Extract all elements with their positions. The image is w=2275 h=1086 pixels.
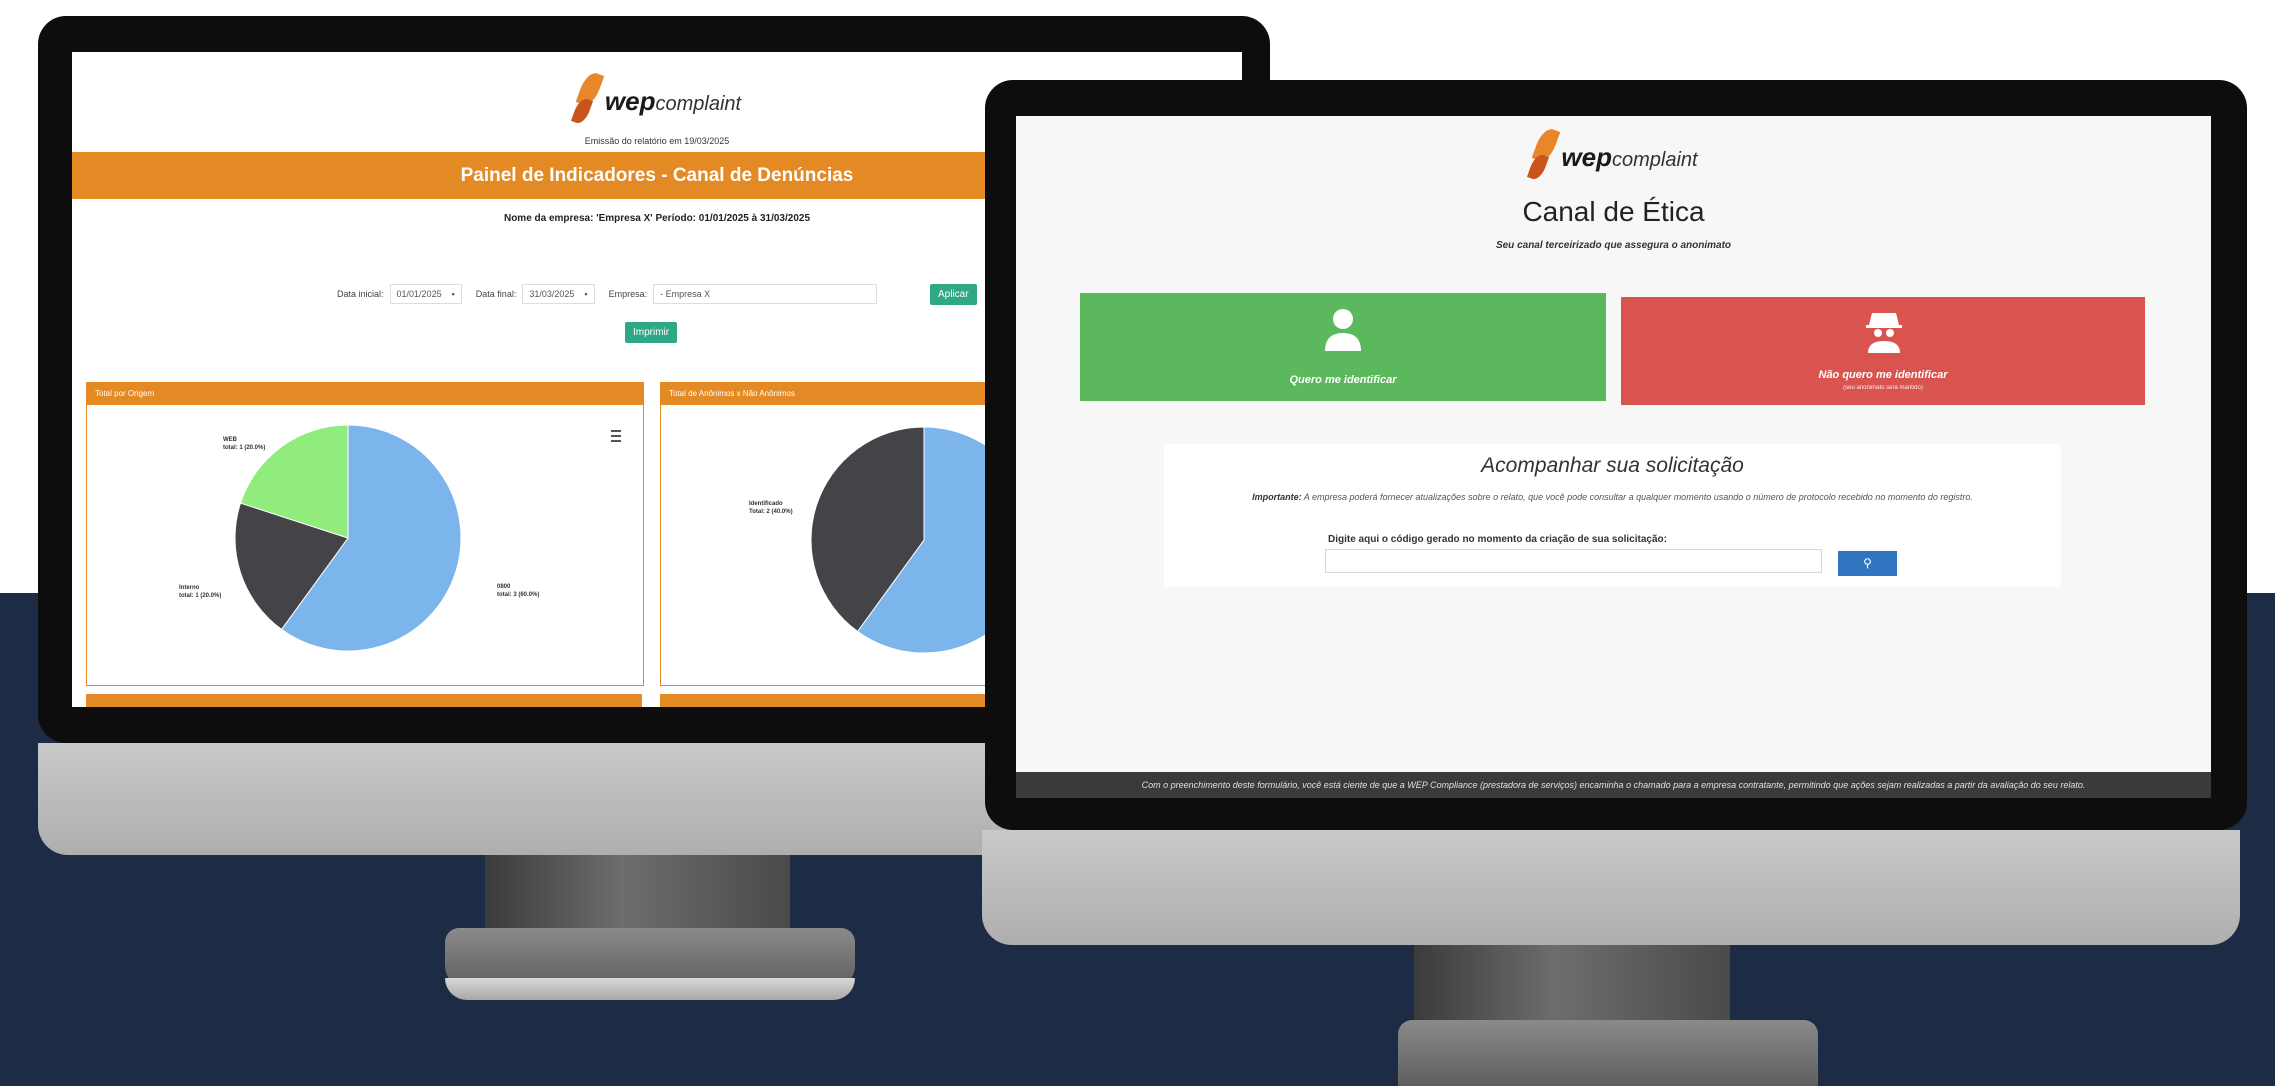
identify-button[interactable]: Quero me identificar — [1080, 293, 1606, 401]
right-screen: wepcomplaint Canal de Ética Seu canal te… — [1016, 116, 2211, 798]
apply-button[interactable]: Aplicar — [930, 284, 977, 305]
logo-text: wepcomplaint — [1561, 141, 1698, 172]
end-date-label: Data final: — [475, 289, 517, 299]
filter-bar: Data inicial: 01/01/2025 ▪ Data final: 3… — [337, 284, 891, 304]
protocol-input[interactable] — [1325, 549, 1822, 573]
origin-pie-chart — [234, 424, 462, 652]
left-monitor-foot-edge — [445, 978, 855, 1000]
search-button[interactable]: ⚲ — [1838, 551, 1897, 576]
pie-label-identificado: Identificado Total: 2 (40.0%) — [749, 501, 793, 515]
page-subtitle: Seu canal terceirizado que assegura o an… — [1495, 240, 1732, 251]
company-label: Empresa: — [608, 289, 648, 299]
start-date-input[interactable]: 01/01/2025 ▪ — [389, 284, 462, 304]
origin-chart-panel: Total por Origem WEB total: 1 (20.0%) Int… — [86, 382, 644, 686]
anonymous-button[interactable]: Não quero me identificar (seu anonimato … — [1621, 297, 2145, 405]
protocol-input-label: Digite aqui o código gerado no momento d… — [1328, 534, 1667, 545]
search-icon: ⚲ — [1863, 556, 1872, 570]
card-title: Acompanhar sua solicitação — [1481, 454, 1744, 477]
footer-disclaimer: Com o preenchimento deste formulário, vo… — [1016, 772, 2211, 798]
left-monitor-neck — [485, 855, 790, 935]
incognito-icon — [1866, 313, 1902, 353]
company-select[interactable]: - Empresa X — [653, 284, 878, 304]
logo-mark-icon — [570, 69, 605, 130]
calendar-icon: ▪ — [451, 289, 455, 299]
anonymous-button-sub: (seu anonimato será mantido) — [1843, 385, 1923, 391]
pie-label-0800: 0800 total: 3 (60.0%) — [497, 584, 540, 598]
track-request-card: Acompanhar sua solicitação Importante: A… — [1164, 444, 2061, 587]
logo-text: wepcomplaint — [604, 85, 742, 116]
print-button[interactable]: Imprimir — [625, 322, 678, 343]
pie-label-interno: Interno total: 1 (20.0%) — [179, 585, 222, 599]
right-monitor-foot — [1398, 1020, 1818, 1086]
start-date-label: Data inicial: — [337, 289, 384, 299]
calendar-icon: ▪ — [584, 289, 588, 299]
anonymous-button-label: Não quero me identificar — [1818, 369, 1948, 381]
page-title: Canal de Ética — [1522, 196, 1705, 227]
right-monitor-chin — [982, 830, 2240, 945]
panel-tab — [86, 694, 642, 707]
panel-title: Total por Origem — [87, 383, 643, 405]
logo-mark-icon — [1527, 125, 1561, 186]
identify-button-label: Quero me identificar — [1289, 374, 1397, 386]
user-icon — [1325, 309, 1361, 351]
right-monitor-neck — [1414, 945, 1730, 1030]
card-note: Importante: A empresa poderá fornecer at… — [1252, 492, 1973, 502]
wepcomplaint-logo: wepcomplaint — [1016, 125, 2211, 186]
end-date-input[interactable]: 31/03/2025 ▪ — [522, 284, 595, 304]
pie-label-web: WEB total: 1 (20.0%) — [223, 437, 266, 451]
